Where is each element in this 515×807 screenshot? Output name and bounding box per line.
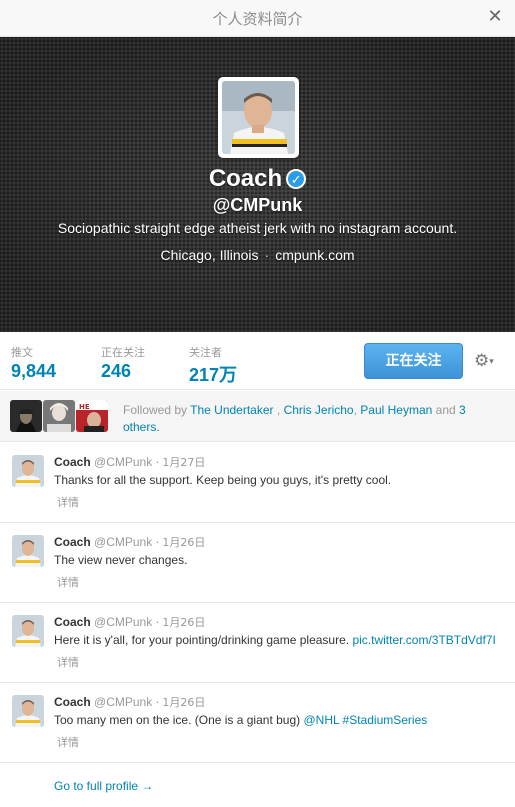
stat-label: 正在关注 [101, 346, 145, 359]
tweet-text-body: Too many men on the ice. (One is a giant… [54, 713, 304, 727]
go-to-full-profile-link[interactable]: Go to full profile → [54, 779, 153, 793]
separator-text: , [353, 403, 357, 417]
tweet-header: Coach @CMPunk · 1月26日 [54, 534, 205, 550]
followed-by-user-link[interactable]: Chris Jericho [284, 403, 354, 417]
tweet-text: Thanks for all the support. Keep being y… [54, 473, 509, 487]
tweet-details-link[interactable]: 详情 [57, 494, 79, 510]
and-text: and [435, 403, 456, 417]
stat-tweets[interactable]: 推文 9,844 [11, 344, 56, 382]
followed-by-user-link[interactable]: Paul Heyman [360, 403, 432, 417]
tweet-avatar[interactable] [12, 615, 44, 647]
tweet-details-link[interactable]: 详情 [57, 574, 79, 590]
stat-value: 217万 [189, 365, 238, 385]
tweet-text-body: The view never changes. [54, 553, 188, 567]
tweet-header: Coach @CMPunk · 1月27日 [54, 454, 205, 470]
avatar[interactable] [43, 400, 75, 432]
profile-url-link[interactable]: cmpunk.com [275, 247, 354, 263]
tweet-details-link[interactable]: 详情 [57, 654, 79, 670]
tweet-details-link[interactable]: 详情 [57, 734, 79, 750]
verified-badge-icon: ✓ [286, 169, 307, 189]
profile-header-card: Coach ✓ @CMPunk Sociopathic straight edge… [0, 37, 515, 332]
tweet-text-body: Here it is y'all, for your pointing/drin… [54, 633, 353, 647]
profile-handle[interactable]: @CMPunk [0, 195, 515, 216]
tweet-avatar[interactable] [12, 695, 44, 727]
tweet-link[interactable]: @NHL #StadiumSeries [303, 713, 427, 727]
following-button[interactable]: 正在关注 [364, 343, 463, 379]
tweet-item[interactable]: Coach @CMPunk · 1月26日 Here it is y'all, … [0, 603, 515, 683]
tweet-header: Coach @CMPunk · 1月26日 [54, 694, 205, 710]
tweet-author-name[interactable]: Coach [54, 615, 91, 629]
avatar[interactable] [10, 400, 42, 432]
tweet-item[interactable]: Coach @CMPunk · 1月27日 Thanks for all the… [0, 443, 515, 523]
stat-label: 推文 [11, 346, 33, 359]
meta-separator: · [264, 247, 270, 263]
gear-icon[interactable]: ⚙▾ [474, 350, 506, 372]
profile-bio: Sociopathic straight edge atheist jerk w… [57, 220, 458, 236]
tweet-text: The view never changes. [54, 553, 509, 567]
followed-by-text: Followed by The Undertaker , Chris Jeric… [123, 402, 501, 436]
profile-location: Chicago, Illinois [160, 247, 259, 263]
tweet-author-name[interactable]: Coach [54, 455, 91, 469]
stat-followers[interactable]: 关注者 217万 [189, 344, 237, 387]
profile-name: Coach ✓ [0, 165, 515, 193]
profile-avatar[interactable] [218, 77, 299, 158]
svg-text:HE: HE [79, 403, 90, 411]
tweet-dot: · [155, 456, 160, 469]
tweet-author-handle[interactable]: @CMPunk [94, 535, 152, 549]
tweet-author-handle[interactable]: @CMPunk [94, 615, 152, 629]
tweet-dot: · [155, 696, 160, 709]
tweet-author-name[interactable]: Coach [54, 535, 91, 549]
tweet-link[interactable]: pic.twitter.com/3TBTdVdf7I [352, 633, 495, 647]
tweet-text: Too many men on the ice. (One is a giant… [54, 713, 509, 727]
tweet-timestamp[interactable]: 1月27日 [162, 456, 205, 469]
avatar[interactable]: HE [76, 400, 108, 432]
stat-value: 246 [101, 361, 132, 381]
followed-by-user-link[interactable]: The Undertaker [190, 403, 273, 417]
avatar-image [222, 81, 295, 154]
tweet-author-handle[interactable]: @CMPunk [94, 695, 152, 709]
tweet-dot: · [155, 616, 160, 629]
modal-title: 个人资料简介 [212, 10, 303, 28]
tweet-author-name[interactable]: Coach [54, 695, 91, 709]
tweet-avatar[interactable] [12, 455, 44, 487]
profile-meta: Chicago, Illinois · cmpunk.com [0, 247, 515, 263]
tweet-header: Coach @CMPunk · 1月26日 [54, 614, 205, 630]
gear-glyph: ⚙ [474, 351, 490, 371]
profile-name-text: Coach [208, 165, 283, 192]
modal-header: 个人资料简介 ✕ [0, 0, 515, 37]
chevron-down-icon: ▾ [489, 357, 494, 367]
tweet-text-body: Thanks for all the support. Keep being y… [54, 473, 392, 487]
tweet-timestamp[interactable]: 1月26日 [162, 696, 205, 709]
tweet-author-handle[interactable]: @CMPunk [94, 455, 152, 469]
followed-by-bar: HE Followed by The Undertaker , Chris Je… [0, 391, 515, 442]
followed-by-avatars: HE [10, 400, 109, 432]
tweet-avatar[interactable] [12, 535, 44, 567]
tweet-dot: · [155, 536, 160, 549]
tweet-text: Here it is y'all, for your pointing/drin… [54, 633, 509, 647]
close-icon[interactable]: ✕ [485, 7, 505, 27]
stat-following[interactable]: 正在关注 246 [101, 344, 145, 382]
tweet-item[interactable]: Coach @CMPunk · 1月26日 The view never cha… [0, 523, 515, 603]
tweet-timestamp[interactable]: 1月26日 [162, 616, 205, 629]
separator-text: , [276, 403, 281, 417]
followed-by-prefix: Followed by [123, 403, 188, 417]
tweet-timestamp[interactable]: 1月26日 [162, 536, 205, 549]
stat-value: 9,844 [11, 361, 57, 381]
tweet-item[interactable]: Coach @CMPunk · 1月26日 Too many men on th… [0, 683, 515, 763]
stat-label: 关注者 [189, 346, 222, 359]
